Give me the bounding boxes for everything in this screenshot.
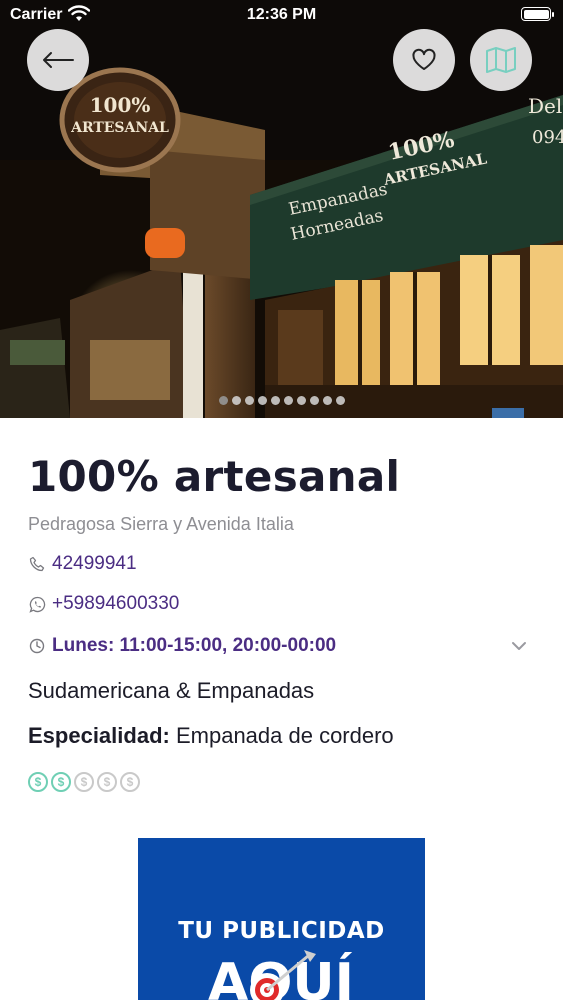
carousel-dot[interactable] — [231, 396, 241, 405]
carousel-dot[interactable] — [270, 396, 280, 405]
carousel-dot[interactable] — [296, 396, 306, 405]
carousel-dot[interactable] — [309, 396, 319, 405]
arrow-left-icon — [43, 52, 74, 68]
svg-text:100%: 100% — [90, 93, 151, 117]
ad-banner[interactable]: TU PUBLICIDAD AQUÍ — [138, 838, 425, 1000]
specialty: Especialidad: Empanada de cordero — [28, 723, 394, 749]
price-coin-icon: $ — [74, 772, 94, 792]
whatsapp-icon — [28, 595, 46, 613]
chevron-down-icon[interactable] — [510, 637, 528, 655]
photo-carousel[interactable]: 100% ARTESANAL Empanadas Horneadas 100% … — [0, 0, 563, 418]
map-button[interactable] — [470, 29, 532, 91]
specialty-value: Empanada de cordero — [175, 723, 394, 748]
specialty-label: Especialidad: — [28, 723, 170, 748]
carousel-page-indicator[interactable] — [0, 396, 563, 405]
restaurant-address: Pedragosa Sierra y Avenida Italia — [28, 514, 294, 534]
whatsapp-number[interactable]: +59894600330 — [52, 593, 179, 615]
opening-hours-toggle[interactable]: Lunes: 11:00-15:00, 20:00-00:00 — [28, 635, 538, 657]
cuisine-category: Sudamericana & Empanadas — [28, 678, 315, 703]
carousel-dot[interactable] — [244, 396, 254, 405]
svg-text:ARTESANAL: ARTESANAL — [70, 120, 169, 136]
svg-text:Del: Del — [528, 94, 562, 118]
carousel-dot[interactable] — [322, 396, 332, 405]
svg-text:094: 094 — [532, 127, 563, 148]
phone-link[interactable]: 42499941 — [28, 553, 137, 575]
favorite-button[interactable] — [393, 29, 455, 91]
price-coin-icon: $ — [28, 772, 48, 792]
map-icon — [486, 47, 516, 73]
phone-number[interactable]: 42499941 — [52, 553, 137, 575]
restaurant-name: 100% artesanal — [28, 452, 401, 501]
back-button[interactable] — [27, 29, 89, 91]
carousel-dot[interactable] — [257, 396, 267, 405]
price-coin-icon: $ — [51, 772, 71, 792]
carousel-dot[interactable] — [218, 396, 228, 405]
clock-icon — [28, 637, 46, 655]
price-level: $ $ $ $ $ — [28, 772, 140, 792]
battery-icon — [521, 7, 554, 21]
status-time: 12:36 PM — [246, 6, 317, 23]
status-bar: Carrier 12:36 PM — [0, 0, 563, 30]
ad-target-graphic: AQUÍ — [208, 950, 354, 1000]
ad-headline: TU PUBLICIDAD — [178, 918, 385, 944]
carousel-dot[interactable] — [335, 396, 345, 405]
phone-icon — [28, 555, 46, 573]
price-coin-icon: $ — [120, 772, 140, 792]
opening-hours: Lunes: 11:00-15:00, 20:00-00:00 — [52, 635, 337, 656]
price-coin-icon: $ — [97, 772, 117, 792]
heart-icon — [412, 48, 436, 70]
carousel-dot[interactable] — [283, 396, 293, 405]
whatsapp-link[interactable]: +59894600330 — [28, 593, 179, 615]
